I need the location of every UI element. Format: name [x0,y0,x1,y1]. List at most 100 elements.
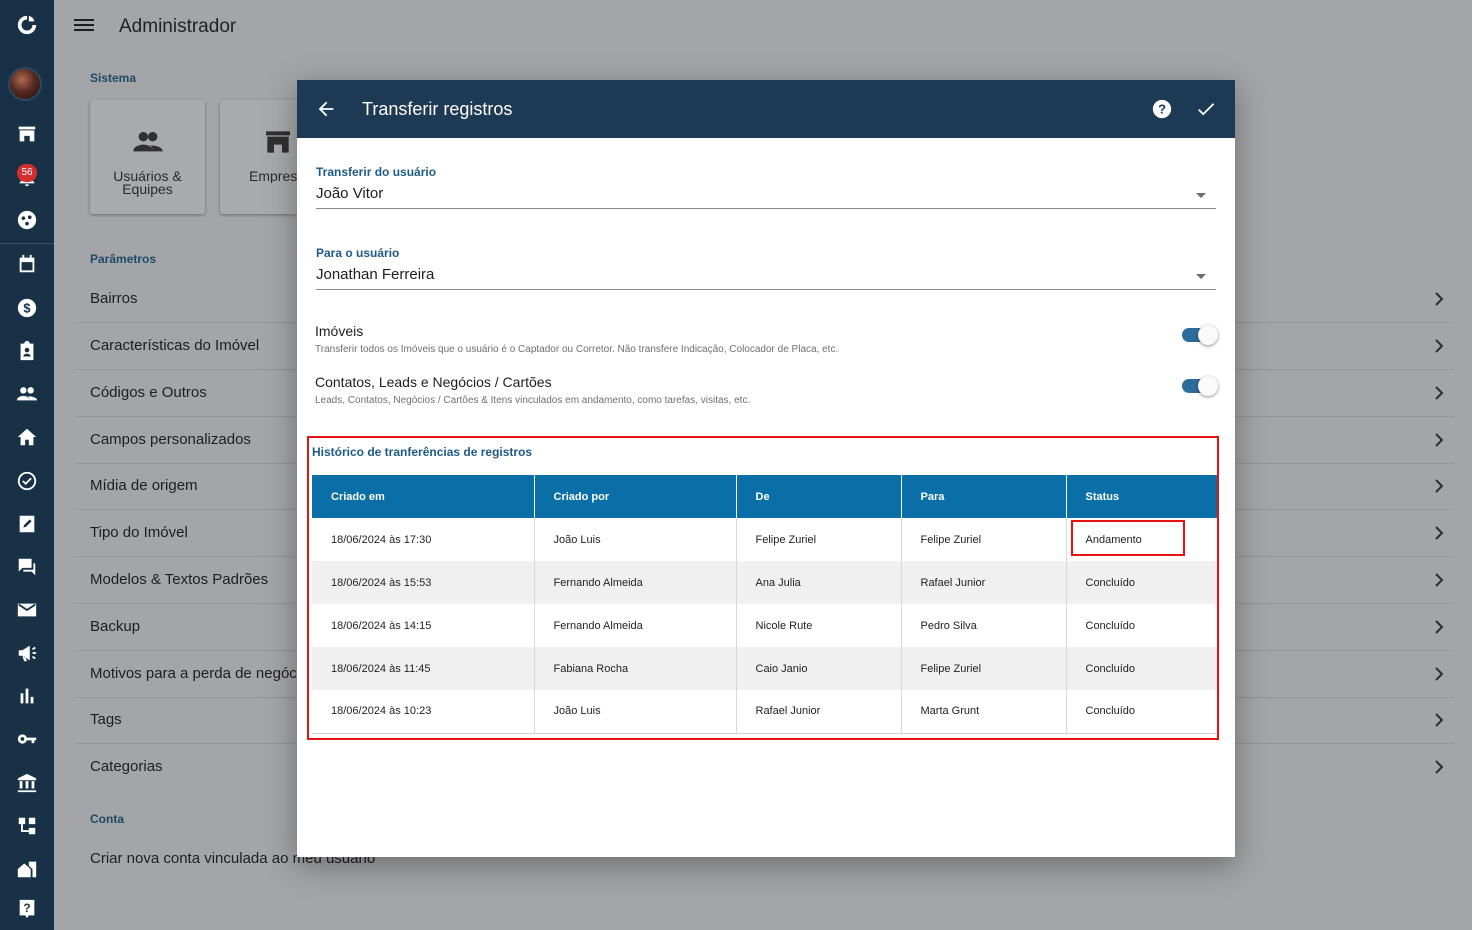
bar-chart-icon[interactable] [0,681,54,711]
column-header-criado-em[interactable]: Criado em [312,475,535,518]
cell-para: Felipe Zuriel [901,647,1067,690]
cell-criado-por: João Luis [534,690,737,734]
column-header-criado-por[interactable]: Criado por [534,475,737,518]
check-icon[interactable] [1195,98,1217,120]
cell-status: Concluído [1085,619,1136,632]
svg-text:?: ? [1158,102,1166,117]
chevron-right-icon [1434,479,1444,493]
list-item-label: Mídia de origem [90,477,198,494]
list-item-label: Códigos e Outros [90,384,207,401]
dialog-header: Transferir registros ? [297,80,1235,138]
real-estate-icon[interactable] [0,854,54,884]
section-label-parametros: Parâmetros [90,252,157,266]
palette-icon[interactable] [0,205,54,235]
campaign-icon[interactable] [0,638,54,668]
transfer-dialog: Transferir registros ? Transferir do usu… [297,80,1235,857]
field-underline [316,289,1216,290]
cell-criado-por: Fernando Almeida [534,604,737,647]
verified-icon[interactable] [0,466,54,496]
chevron-right-icon [1434,292,1444,306]
toggle-row-contatos: Contatos, Leads e Negócios / Cartões Lea… [315,374,1218,406]
dollar-icon[interactable]: $ [0,293,54,323]
chevron-right-icon [1434,526,1444,540]
transfer-history-section: Histórico de tranferências de registros … [307,436,1219,740]
toggle-title: Imóveis [315,323,364,339]
avatar[interactable] [8,67,42,101]
switch-knob [1198,325,1218,345]
list-item-label: Campos personalizados [90,431,251,448]
column-header-para[interactable]: Para [901,475,1067,518]
list-item-label: Motivos para a perda de negócios [90,665,316,682]
cell-criado-por: Fabiana Rocha [534,647,737,690]
table-header-row: Criado em Criado por De Para Status [312,475,1217,518]
imoveis-toggle-switch[interactable] [1182,325,1218,345]
back-arrow-icon[interactable] [315,98,337,120]
cell-para: Pedro Silva [901,604,1067,647]
chat-icon[interactable] [0,552,54,582]
table-row[interactable]: 18/06/2024 às 11:45 Fabiana Rocha Caio J… [312,647,1217,690]
help-icon[interactable]: ? [0,894,54,924]
table-row[interactable]: 18/06/2024 às 15:53 Fernando Almeida Ana… [312,561,1217,604]
cell-criado-por: Fernando Almeida [534,561,737,604]
edit-document-icon[interactable] [0,509,54,539]
card-usuarios-equipes[interactable]: Usuários & Equipes [90,100,205,214]
list-item-label: Tags [90,711,122,728]
home-icon[interactable] [0,422,54,452]
page-title: Administrador [119,16,237,37]
list-item-label: Categorias [90,758,163,775]
group-icon[interactable] [0,379,54,409]
card-label: Empres [249,170,297,183]
table-row[interactable]: 18/06/2024 às 10:23 João Luis Rafael Jun… [312,690,1217,734]
chevron-right-icon [1434,713,1444,727]
list-item-label: Bairros [90,290,138,307]
card-empresa[interactable]: Empres [220,100,297,214]
key-icon[interactable] [0,724,54,754]
cell-status: Concluído [1066,690,1217,734]
to-user-value: Jonathan Ferreira [316,266,435,283]
clipboard-user-icon[interactable] [0,336,54,366]
dropdown-arrow-icon[interactable] [1196,274,1206,279]
from-user-select[interactable]: Transferir do usuário João Vitor [316,165,1216,209]
list-item-label: Modelos & Textos Padrões [90,571,269,588]
hierarchy-icon[interactable] [0,811,54,841]
chevron-right-icon [1434,667,1444,681]
chevron-right-icon [1434,339,1444,353]
toggle-title: Contatos, Leads e Negócios / Cartões [315,374,552,390]
cell-de: Felipe Zuriel [736,518,902,561]
column-header-status[interactable]: Status [1066,475,1217,518]
rail-divider [0,243,54,244]
store-icon[interactable] [0,119,54,149]
card-label: Usuários & Equipes [113,168,182,197]
cell-de: Nicole Rute [736,604,902,647]
mail-icon[interactable] [0,595,54,625]
chevron-right-icon [1434,433,1444,447]
bank-icon[interactable] [0,768,54,798]
table-row[interactable]: 18/06/2024 às 17:30 João Luis Felipe Zur… [312,518,1217,561]
column-header-de[interactable]: De [736,475,902,518]
cell-status: Concluído [1066,561,1217,604]
help-circle-icon[interactable]: ? [1151,98,1173,120]
toggle-description: Transferir todos os Imóveis que o usuári… [315,344,839,355]
field-underline [316,208,1216,209]
cell-criado-em: 18/06/2024 às 11:45 [312,647,535,690]
calendar-icon[interactable] [0,249,54,279]
app-logo-icon[interactable] [0,10,54,40]
to-user-select[interactable]: Para o usuário Jonathan Ferreira [316,246,1216,290]
contatos-toggle-switch[interactable] [1182,376,1218,396]
cell-de: Rafael Junior [736,690,902,734]
cell-criado-em: 18/06/2024 às 10:23 [312,690,535,734]
cell-para: Rafael Junior [901,561,1067,604]
chevron-right-icon [1434,760,1444,774]
to-user-label: Para o usuário [316,246,400,260]
cell-criado-em: 18/06/2024 às 14:15 [312,604,535,647]
table-row[interactable]: 18/06/2024 às 14:15 Fernando Almeida Nic… [312,604,1217,647]
dropdown-arrow-icon[interactable] [1196,193,1206,198]
toggle-row-imoveis: Imóveis Transferir todos os Imóveis que … [315,323,1218,355]
store-icon [220,126,297,158]
cell-de: Caio Janio [736,647,902,690]
left-rail: 56 $ ? [0,0,54,930]
hamburger-menu-icon[interactable] [74,16,94,36]
cell-de: Ana Julia [736,561,902,604]
history-table: Criado em Criado por De Para Status 18/0… [312,475,1217,734]
cell-criado-em: 18/06/2024 às 15:53 [312,561,535,604]
